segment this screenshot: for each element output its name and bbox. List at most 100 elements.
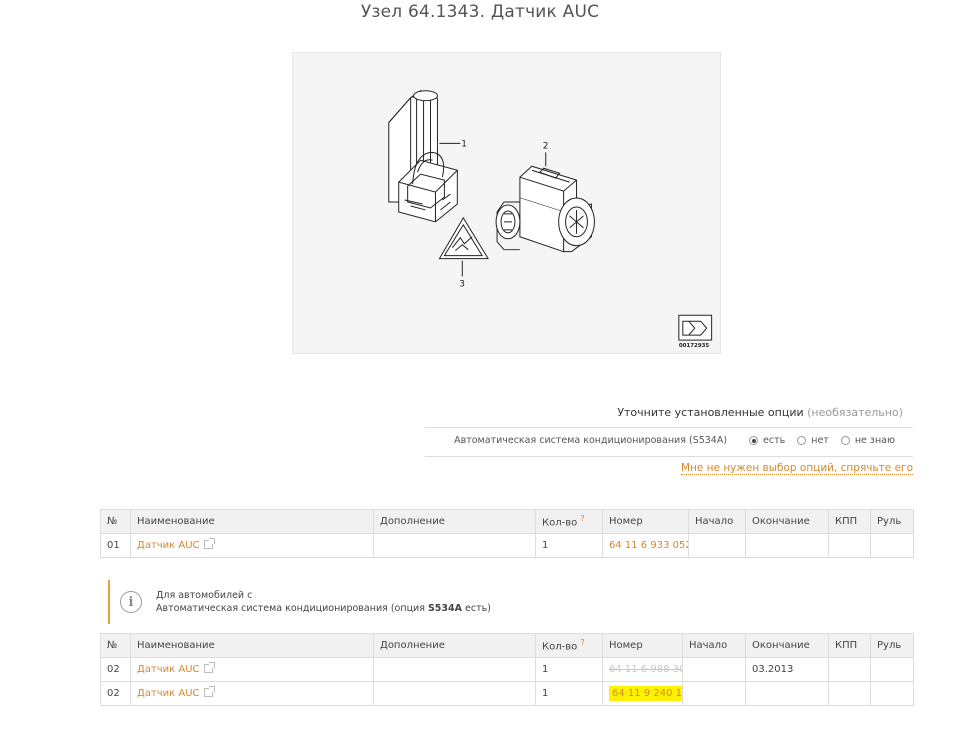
options-header-label: Уточните установленные опции: [617, 406, 804, 419]
cell-qty: 1: [535, 657, 603, 682]
col-name: Наименование: [130, 509, 374, 534]
col-start: Начало: [682, 633, 746, 658]
cell-start: [688, 533, 746, 558]
cell-no: 02: [100, 681, 131, 706]
cell-gearbox: [828, 657, 871, 682]
col-addition: Дополнение: [373, 509, 536, 534]
option-row-s534a: Автоматическая система кондиционирования…: [425, 428, 913, 457]
cell-qty: 1: [535, 681, 603, 706]
col-wheel: Руль: [870, 633, 914, 658]
radio-unknown-label: не знаю: [854, 435, 895, 446]
cell-addition: [373, 681, 536, 706]
options-header-hint: (необязательно): [807, 406, 903, 419]
cell-end: 03.2013: [745, 657, 829, 682]
cell-no: 01: [100, 533, 131, 558]
col-qty: Кол-во ?: [535, 509, 603, 534]
options-panel: Уточните установленные опции (необязател…: [425, 400, 913, 475]
col-start: Начало: [688, 509, 746, 534]
cell-start: [682, 657, 746, 682]
cell-no: 02: [100, 657, 131, 682]
parts-diagram-drawing: 1 2 3 00172935: [388, 89, 713, 349]
cell-wheel: [870, 657, 914, 682]
col-part-number: Номер: [602, 633, 683, 658]
col-name: Наименование: [130, 633, 374, 658]
cell-part-number: 64 11 6 933 052: [602, 533, 689, 558]
col-end: Окончание: [745, 509, 829, 534]
cell-wheel: [870, 681, 914, 706]
applicability-notice: i Для автомобилей с Автоматическая систе…: [108, 580, 708, 624]
part-name-link[interactable]: Датчик AUC: [137, 664, 200, 675]
radio-no-label: нет: [811, 435, 829, 446]
callout-label-3: 3: [459, 279, 465, 289]
parts-diagram: 1 2 3 00172935: [292, 52, 721, 354]
parts-table-2: № Наименование Дополнение Кол-во ? Номер…: [100, 633, 914, 706]
radio-no-indicator[interactable]: [797, 436, 807, 445]
col-qty-label: Кол-во: [542, 517, 578, 529]
cell-wheel: [870, 533, 914, 558]
radio-yes[interactable]: есть: [749, 435, 785, 446]
cell-addition: [373, 657, 536, 682]
col-part-number: Номер: [602, 509, 689, 534]
radio-no[interactable]: нет: [797, 435, 829, 446]
part-2-sensor: [495, 165, 595, 253]
cell-qty: 1: [535, 533, 603, 558]
hide-options-link-row: Мне не нужен выбор опций, спрячьте его: [425, 457, 913, 475]
qty-help-icon[interactable]: ?: [580, 638, 584, 647]
col-number: №: [100, 509, 131, 534]
highlighted-part-number[interactable]: 64 11 9 240 180: [609, 686, 682, 701]
part-1-sensor-bracket: [388, 89, 458, 223]
table-header: № Наименование Дополнение Кол-во ? Номер…: [100, 509, 914, 534]
external-link-icon[interactable]: [203, 686, 215, 697]
cell-end: [745, 681, 829, 706]
qty-help-icon[interactable]: ?: [580, 514, 584, 523]
radio-yes-indicator[interactable]: [749, 436, 759, 445]
col-qty-label: Кол-во: [542, 641, 578, 653]
radio-unknown-indicator[interactable]: [840, 436, 850, 445]
notice-option-code: S534A: [427, 603, 462, 614]
external-link-icon[interactable]: [203, 538, 215, 549]
part-number-link[interactable]: 64 11 6 933 052: [609, 540, 688, 551]
table-row: 01 Датчик AUC 1 64 11 6 933 052: [100, 533, 914, 558]
callout-label-1: 1: [461, 139, 467, 149]
col-qty: Кол-во ?: [535, 633, 603, 658]
cell-end: [745, 533, 829, 558]
cell-name: Датчик AUC: [130, 681, 374, 706]
parts-table-1: № Наименование Дополнение Кол-во ? Номер…: [100, 509, 914, 558]
radio-unknown[interactable]: не знаю: [840, 435, 895, 446]
table-header: № Наименование Дополнение Кол-во ? Номер…: [100, 633, 914, 658]
notice-line-2-suffix: есть): [461, 603, 491, 614]
cell-part-number: 64 11 9 240 180: [602, 681, 683, 706]
notice-line-2-prefix: Автоматическая система кондиционирования…: [156, 603, 428, 614]
col-end: Окончание: [745, 633, 829, 658]
hide-options-link[interactable]: Мне не нужен выбор опций, спрячьте его: [680, 462, 913, 475]
notice-line-2: Автоматическая система кондиционирования…: [156, 602, 491, 615]
radio-yes-label: есть: [763, 435, 786, 446]
info-icon: i: [120, 591, 142, 613]
cell-start: [682, 681, 746, 706]
part-name-link[interactable]: Датчик AUC: [137, 540, 200, 551]
col-number: №: [100, 633, 131, 658]
cell-gearbox: [828, 533, 871, 558]
diagram-image-code: 00172935: [679, 343, 710, 349]
callout-label-2: 2: [543, 141, 549, 151]
cell-addition: [373, 533, 536, 558]
cell-name: Датчик AUC: [130, 657, 374, 682]
options-header: Уточните установленные опции (необязател…: [425, 400, 913, 428]
col-wheel: Руль: [870, 509, 914, 534]
option-label: Автоматическая система кондиционирования…: [454, 435, 728, 446]
part-name-link[interactable]: Датчик AUC: [137, 688, 200, 699]
col-addition: Дополнение: [373, 633, 536, 658]
table-row: 02 Датчик AUC 1 64 11 9 240 180: [100, 681, 914, 706]
cell-gearbox: [828, 681, 871, 706]
cell-name: Датчик AUC: [130, 533, 374, 558]
notice-text: Для автомобилей с Автоматическая система…: [156, 589, 491, 615]
superseded-part-number[interactable]: 64 11 6 988 303: [609, 664, 682, 675]
table-row: 02 Датчик AUC 1 64 11 6 988 303 03.2013: [100, 657, 914, 682]
cell-part-number: 64 11 6 988 303: [602, 657, 683, 682]
col-gearbox: КПП: [828, 509, 871, 534]
notice-line-1: Для автомобилей с: [156, 590, 253, 601]
part-3-warning-label: [438, 216, 490, 260]
next-page-icon[interactable]: [678, 314, 713, 341]
external-link-icon[interactable]: [203, 662, 215, 673]
col-gearbox: КПП: [828, 633, 871, 658]
